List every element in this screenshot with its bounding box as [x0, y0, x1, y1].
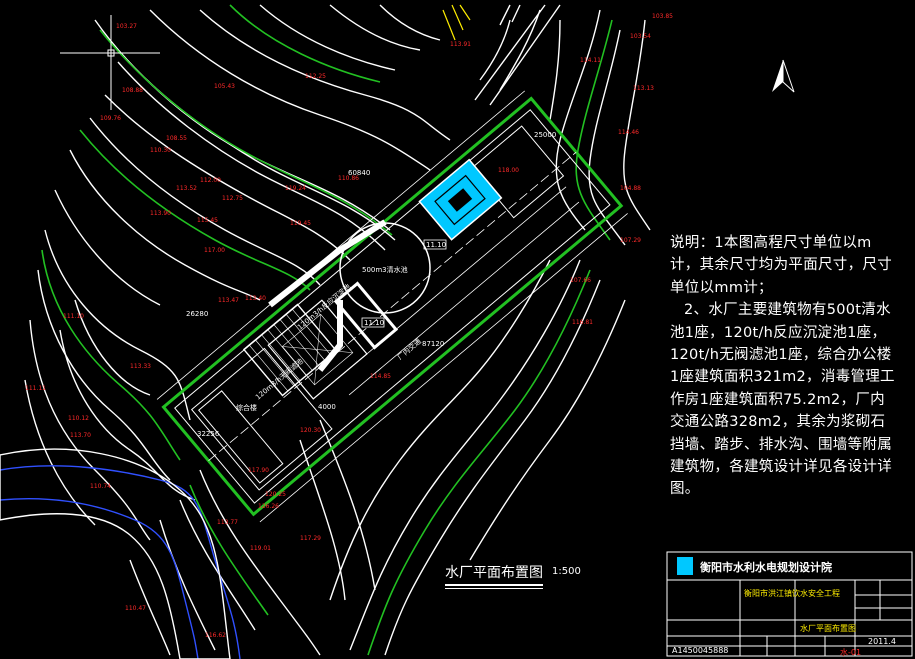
elevation-label: 107.66: [570, 277, 591, 284]
elevation-label: 112.25: [305, 73, 326, 80]
design-notes: 说明：1本图高程尺寸单位以m计，其余尺寸均为平面尺寸，尺寸单位以mm计； 2、水…: [670, 232, 895, 501]
elevation-label: 103.27: [116, 23, 137, 30]
dimension-87120: 87120: [422, 340, 444, 348]
elevation-label: 103.85: [652, 13, 673, 20]
elevation-label: 116.62: [205, 632, 226, 639]
access-road: [474, 4, 561, 106]
plan-title: 水厂平面布置图: [445, 562, 543, 589]
elevation-label: 110.12: [68, 415, 89, 422]
elevation-label: 119.24: [285, 185, 306, 192]
filter-tank: [418, 158, 503, 241]
elevation-label: 113.77: [217, 519, 238, 526]
road-label: 厂内交通: [396, 337, 423, 362]
crosshair-cursor: [60, 15, 160, 110]
dimension-4000: 4000: [318, 403, 336, 411]
elevation-label: 120.30: [300, 427, 321, 434]
elevation-label: 117.00: [204, 247, 225, 254]
elevation-label: 105.43: [214, 83, 235, 90]
elevation-label: 107.29: [620, 237, 641, 244]
elevation-label: 110.74: [90, 483, 111, 490]
plan-title-text: 水厂平面布置图: [445, 565, 543, 581]
elevation-label: 117.29: [300, 535, 321, 542]
elevation-label: 114.11: [580, 57, 601, 64]
note-2: 2、水厂主要建筑物有500t清水池1座，120t/h反应沉淀池1座，120t/h…: [670, 302, 895, 498]
dimension-26280: 26280: [186, 310, 208, 318]
elevation-labels: 103.27 103.54 103.85 108.88 109.76 108.55 110.…: [25, 13, 673, 639]
elevation-label: 110.86: [338, 175, 359, 182]
elevation-label: 104.88: [620, 185, 641, 192]
reservoir-label: 500m3清水池: [362, 265, 408, 274]
plan-scale: 1:500: [552, 566, 581, 577]
main-pipe: [268, 219, 387, 308]
dimension-32256: 32256: [197, 430, 220, 438]
elevation-label: 126.26: [258, 503, 279, 510]
elevation-label: 119.01: [250, 545, 271, 552]
river-lines: [0, 465, 241, 659]
elevation-label: 114.85: [370, 373, 391, 380]
yellow-lines: [442, 4, 471, 41]
elevation-label: 113.13: [633, 85, 654, 92]
elevation-label: 113.52: [176, 185, 197, 192]
drawing-date: 2011.4: [868, 637, 896, 646]
org-name: 衡阳市水利水电规划设计院: [700, 561, 832, 574]
elevation-label: 113.90: [150, 210, 171, 217]
elevation-label: 110.47: [125, 605, 146, 612]
elevation-label: 113.33: [130, 363, 151, 370]
elevation-label: 118.00: [498, 167, 519, 174]
note-1: 说明：1本图高程尺寸单位以m计，其余尺寸均为平面尺寸，尺寸单位以mm计；: [670, 235, 892, 296]
elevation-label: 103.54: [630, 33, 651, 40]
elevation-label: 111.11: [25, 385, 46, 392]
elevation-label: 116.81: [572, 319, 593, 326]
elevation-label: 112.75: [222, 195, 243, 202]
drawing-name: 水厂平面布置图: [800, 624, 856, 633]
dimension-25000: 25000: [534, 131, 556, 139]
cert-number: A1450045888: [672, 646, 729, 655]
elevation-label: 114.46: [618, 129, 639, 136]
project-name: 衡阳市洪江镇饮水安全工程: [744, 589, 840, 598]
sign-label-2: 11.10: [364, 319, 384, 327]
elevation-label: 117.90: [248, 467, 269, 474]
river-bank: [0, 448, 231, 659]
elevation-label: 112.00: [200, 177, 221, 184]
elevation-label: 110.30: [150, 147, 171, 154]
elevation-label: 108.55: [166, 135, 187, 142]
elevation-label: 113.40: [245, 295, 266, 302]
north-arrow: [772, 59, 795, 93]
elevation-label: 108.88: [122, 87, 143, 94]
elevation-label: 113.70: [70, 432, 91, 439]
office-label: 综合楼: [236, 403, 257, 412]
elevation-label: 111.10: [63, 313, 84, 320]
elevation-label: 119.45: [290, 220, 311, 227]
sheet-number: 水-01: [840, 648, 862, 657]
elevation-label: 115.45: [197, 217, 218, 224]
elevation-label: 113.91: [450, 41, 471, 48]
sign-label-1: 11.10: [426, 241, 446, 249]
elevation-label: 109.76: [100, 115, 121, 122]
elevation-label: 120.25: [265, 491, 286, 498]
elevation-label: 113.47: [218, 297, 239, 304]
